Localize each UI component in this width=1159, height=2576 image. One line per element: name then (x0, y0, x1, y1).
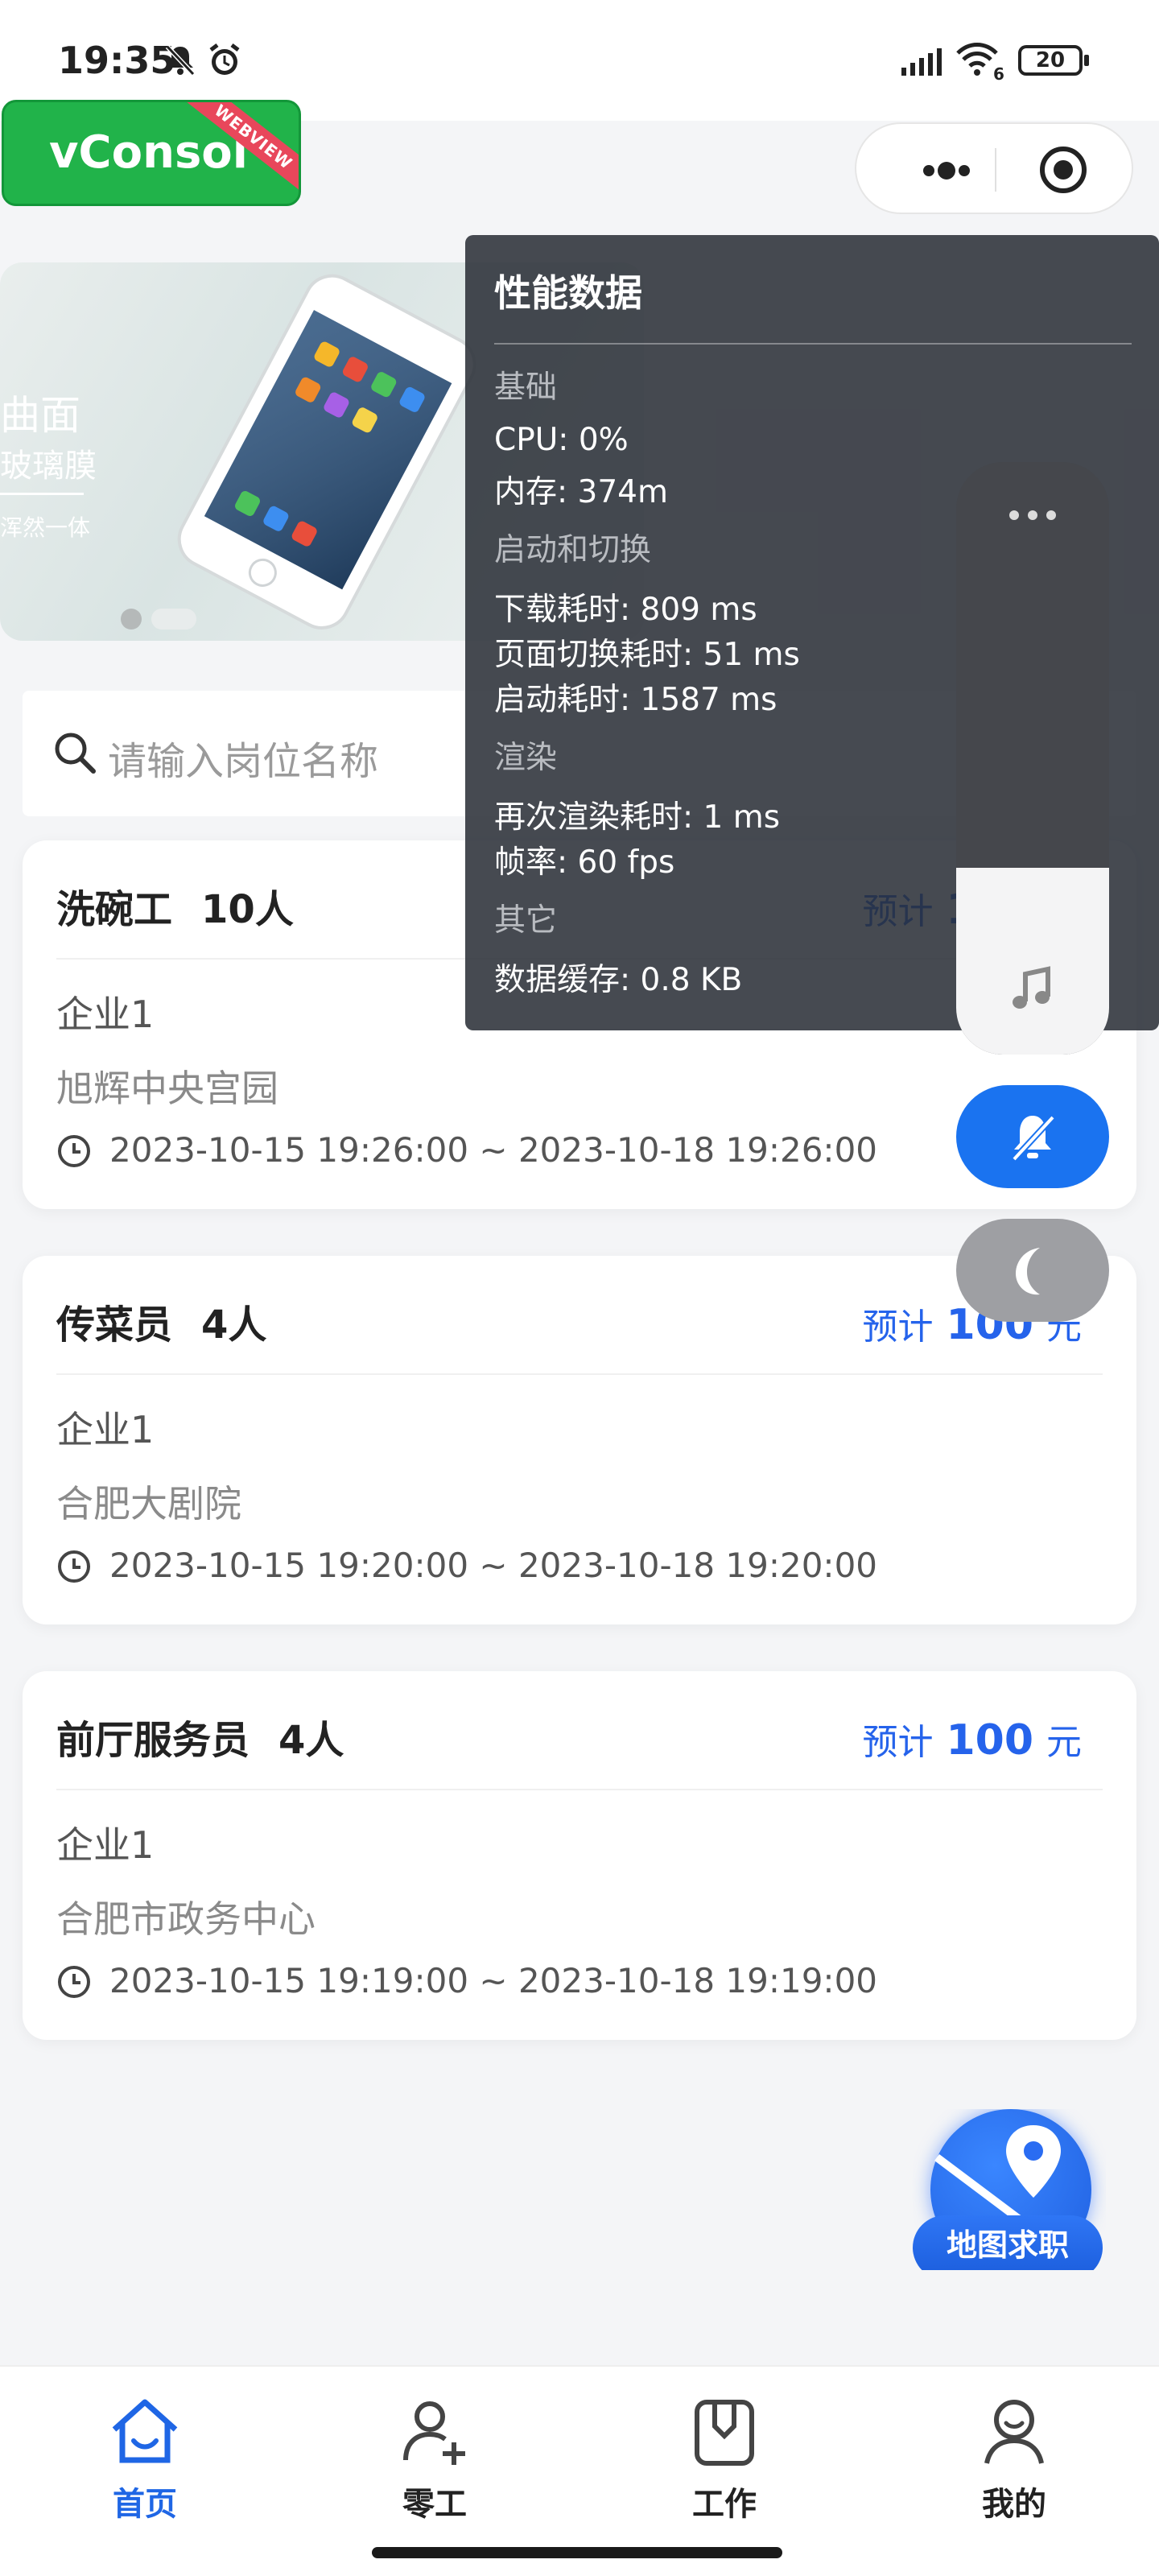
capsule-divider (995, 148, 996, 192)
job-company: 企业1 (56, 993, 155, 1036)
carousel-dot[interactable] (121, 609, 142, 630)
perf-startup: 启动耗时: 1587 ms (494, 682, 777, 718)
job-card[interactable]: 前厅服务员 4人 预计 100 元 企业1 合肥市政务中心 2023-10-15 19… (23, 1671, 1136, 2040)
page: 19:35 6 20 曲面 玻璃膜 浑然一体 请输入岗位名称 洗碗工 10人 企… (0, 0, 1159, 2576)
miniprogram-capsule (855, 122, 1133, 214)
tab-label: 零工 (402, 2486, 467, 2523)
perf-cpu: CPU: 0% (494, 422, 629, 458)
tab-home[interactable]: 首页 (72, 2391, 217, 2524)
job-time-range: 2023-10-15 19:26:00 ~ 2023-10-18 19:26:0… (109, 1130, 878, 1170)
clock-icon (58, 1550, 90, 1583)
search-input[interactable]: 请输入岗位名称 (108, 729, 378, 786)
pay-prefix: 预计 (862, 1307, 934, 1348)
more-icon[interactable] (1006, 507, 1059, 523)
banner-subtitle: 玻璃膜 (0, 448, 97, 485)
perf-download: 下载耗时: 809 ms (494, 592, 757, 628)
perf-fps: 帧率: 60 fps (494, 844, 675, 881)
banner-divider (0, 493, 84, 495)
job-title-row: 前厅服务员 4人 (56, 1708, 344, 1765)
job-title-row: 洗碗工 10人 (56, 877, 294, 934)
home-icon (112, 2399, 178, 2463)
perf-memory: 内存: 374m (494, 474, 668, 510)
banner-tagline: 浑然一体 (0, 514, 91, 541)
dark-mode-button[interactable] (956, 1219, 1109, 1322)
job-company: 企业1 (56, 1823, 155, 1867)
moon-icon (1016, 1248, 1040, 1295)
perf-title: 性能数据 (494, 271, 642, 315)
tab-label: 首页 (113, 2486, 177, 2523)
job-location: 合肥市政务中心 (56, 1897, 316, 1941)
job-location: 合肥大剧院 (56, 1482, 241, 1525)
job-headcount: 4人 (278, 1718, 344, 1763)
banner-headline: 曲面 (0, 392, 80, 439)
job-card[interactable]: 传菜员 4人 预计 100 元 企业1 合肥大剧院 2023-10-15 19:20:… (23, 1256, 1136, 1624)
job-headcount: 10人 (201, 887, 294, 932)
pay-prefix: 预计 (862, 1722, 934, 1763)
work-icon (695, 2400, 754, 2466)
tab-profile[interactable]: 我的 (942, 2391, 1087, 2524)
tab-gigs[interactable]: 零工 (362, 2391, 507, 2524)
pay-unit: 元 (1046, 1722, 1082, 1763)
tab-work[interactable]: 工作 (652, 2391, 797, 2524)
pay-amount: 100 (946, 1716, 1033, 1765)
perf-rerender: 再次渲染耗时: 1 ms (494, 799, 781, 836)
job-location: 旭辉中央宫园 (56, 1067, 278, 1110)
home-indicator[interactable] (372, 2547, 782, 2558)
perf-page-switch: 页面切换耗时: 51 ms (494, 637, 800, 673)
mute-toggle-button[interactable] (956, 1085, 1109, 1188)
clock-icon (58, 1966, 90, 1998)
perf-cache: 数据缓存: 0.8 KB (494, 962, 743, 998)
bottom-tab-bar: 首页 零工 工作 我的 (0, 2365, 1159, 2576)
card-divider (56, 1789, 1103, 1790)
battery-indicator: 20 (1018, 45, 1089, 76)
volume-level (956, 868, 1109, 1055)
clock-icon (58, 1135, 90, 1167)
job-pay: 预计 100 元 (862, 1713, 1082, 1765)
vconsole-label: vConsol (49, 126, 248, 179)
close-miniprogram-icon[interactable] (1038, 145, 1088, 195)
map-fab-label: 地图求职 (913, 2215, 1103, 2270)
map-job-search-button[interactable]: 地图求职 (913, 2109, 1106, 2270)
perf-section-basic: 基础 (494, 369, 558, 406)
card-divider (56, 1373, 1103, 1375)
mute-notification-icon (165, 44, 196, 76)
perf-section-startup: 启动和切换 (494, 532, 652, 568)
status-time: 19:35 (58, 39, 176, 82)
job-company: 企业1 (56, 1408, 155, 1451)
alarm-icon (209, 43, 240, 75)
tab-label: 工作 (692, 2486, 757, 2523)
tab-label: 我的 (982, 2486, 1046, 2523)
perf-section-render: 渲染 (494, 740, 558, 776)
job-headcount: 4人 (201, 1302, 267, 1348)
carousel-indicator (121, 609, 206, 630)
more-menu-icon[interactable] (897, 155, 993, 187)
job-title: 洗碗工 (56, 887, 173, 932)
job-time-range: 2023-10-15 19:20:00 ~ 2023-10-18 19:20:0… (109, 1546, 878, 1585)
search-icon (55, 733, 96, 774)
person-add-icon (403, 2401, 465, 2465)
carousel-dot-active[interactable] (151, 609, 196, 630)
perf-divider (494, 343, 1132, 345)
job-title-row: 传菜员 4人 (56, 1293, 266, 1349)
job-time-range: 2023-10-15 19:19:00 ~ 2023-10-18 19:19:0… (109, 1961, 878, 2000)
bell-off-icon (1012, 1115, 1055, 1162)
wifi-badge: 6 (993, 64, 1004, 84)
volume-slider[interactable] (956, 462, 1109, 1055)
signal-icon (901, 48, 942, 76)
music-note-icon (1013, 966, 1050, 1009)
profile-icon (984, 2400, 1044, 2464)
job-title: 前厅服务员 (56, 1718, 250, 1763)
job-title: 传菜员 (56, 1302, 173, 1348)
vconsole-button[interactable]: vConsol WEBVIEW (2, 100, 301, 206)
perf-section-other: 其它 (494, 902, 558, 939)
